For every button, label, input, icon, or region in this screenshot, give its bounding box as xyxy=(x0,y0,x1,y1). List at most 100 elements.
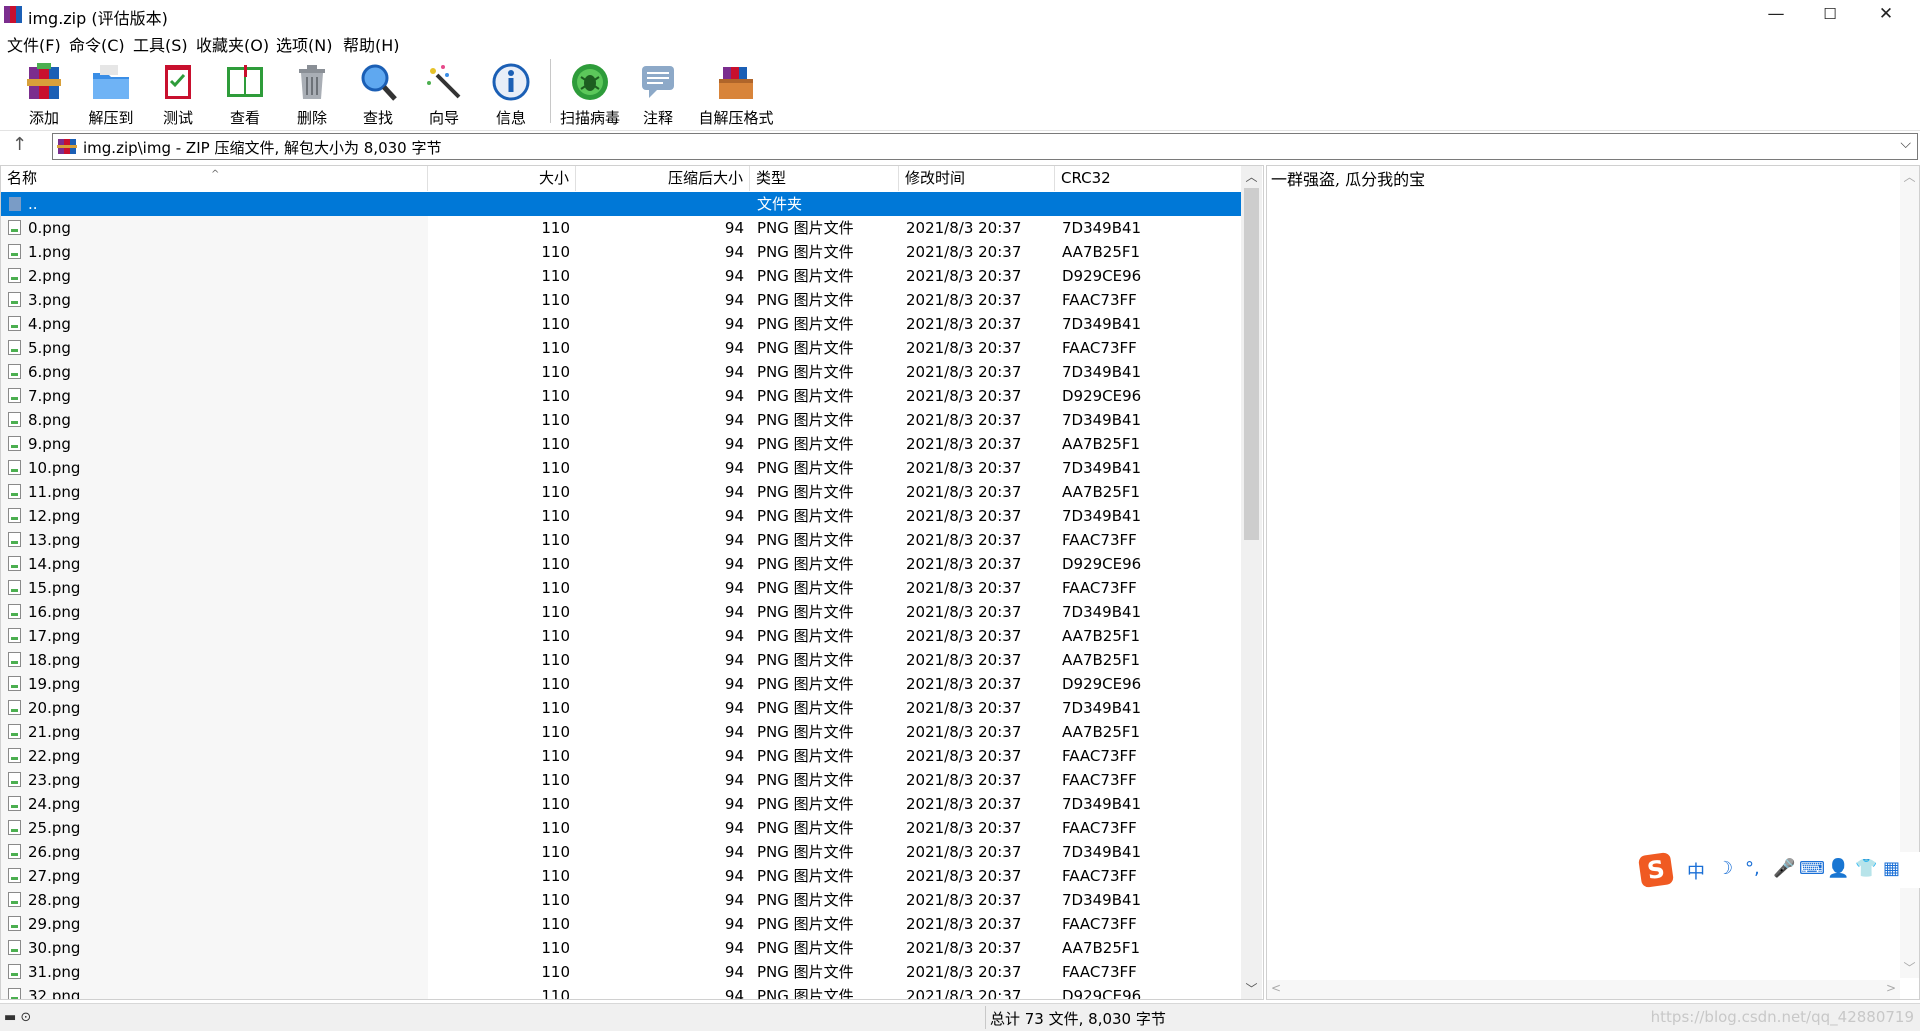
file-row[interactable]: 1.png 110 94 PNG 图片文件 2021/8/3 20:37 AA7B25F1 xyxy=(1,240,1241,264)
extract-to-button[interactable]: 解压到 xyxy=(80,59,142,127)
column-size[interactable]: 大小 xyxy=(428,166,576,191)
file-row[interactable]: 2.png 110 94 PNG 图片文件 2021/8/3 20:37 D929CE96 xyxy=(1,264,1241,288)
user-icon[interactable]: 👤 xyxy=(1827,858,1849,879)
skin-shirt-icon[interactable]: 👕 xyxy=(1855,858,1877,879)
file-row[interactable]: 27.png 110 94 PNG 图片文件 2021/8/3 20:37 FAAC73F… xyxy=(1,864,1241,888)
column-modified[interactable]: 修改时间 xyxy=(899,166,1055,191)
file-size: 110 xyxy=(541,819,570,837)
view-button[interactable]: 查看 xyxy=(214,59,276,127)
file-size: 110 xyxy=(541,771,570,789)
scroll-up-arrow[interactable]: ︿ xyxy=(1241,168,1262,185)
file-row[interactable]: 20.png 110 94 PNG 图片文件 2021/8/3 20:37 7D349B4… xyxy=(1,696,1241,720)
column-name[interactable]: 名称 ^ xyxy=(1,166,428,191)
file-row[interactable]: 5.png 110 94 PNG 图片文件 2021/8/3 20:37 FAAC73FF xyxy=(1,336,1241,360)
file-row[interactable]: 7.png 110 94 PNG 图片文件 2021/8/3 20:37 D929CE96 xyxy=(1,384,1241,408)
minimize-button[interactable]: — xyxy=(1746,0,1806,29)
file-packed-size: 94 xyxy=(724,795,744,813)
ime-chinese-mode[interactable]: 中 xyxy=(1687,858,1705,884)
file-row[interactable]: 18.png 110 94 PNG 图片文件 2021/8/3 20:37 AA7B25F… xyxy=(1,648,1241,672)
file-row[interactable]: 14.png 110 94 PNG 图片文件 2021/8/3 20:37 D929CE9… xyxy=(1,552,1241,576)
file-row[interactable]: 24.png 110 94 PNG 图片文件 2021/8/3 20:37 7D349B4… xyxy=(1,792,1241,816)
ime-toolbar[interactable]: S 中 ☽ °, 🎤 ⌨ 👤 👕 ▦ xyxy=(1637,851,1920,889)
file-row[interactable]: 3.png 110 94 PNG 图片文件 2021/8/3 20:37 FAAC73FF xyxy=(1,288,1241,312)
sfx-button[interactable]: 自解压格式 xyxy=(692,59,780,127)
comment-button[interactable]: 注释 xyxy=(630,59,686,127)
file-row[interactable]: 9.png 110 94 PNG 图片文件 2021/8/3 20:37 AA7B25F1 xyxy=(1,432,1241,456)
file-name: 3.png xyxy=(28,291,71,309)
winrar-app-icon[interactable] xyxy=(4,6,22,23)
column-crc32[interactable]: CRC32 xyxy=(1055,166,1181,191)
file-name: 4.png xyxy=(28,315,71,333)
close-button[interactable]: ✕ xyxy=(1856,0,1916,29)
file-list[interactable]: 名称 ^ 大小 压缩后大小 类型 修改时间 CRC32 .. 文件夹 0.png… xyxy=(0,165,1264,1000)
file-size: 110 xyxy=(541,339,570,357)
file-row[interactable]: 15.png 110 94 PNG 图片文件 2021/8/3 20:37 FAAC73F… xyxy=(1,576,1241,600)
file-row[interactable]: 31.png 110 94 PNG 图片文件 2021/8/3 20:37 FAAC73F… xyxy=(1,960,1241,984)
file-modified: 2021/8/3 20:37 xyxy=(906,771,1022,789)
scrollbar-thumb[interactable] xyxy=(1244,188,1259,540)
file-row[interactable]: 10.png 110 94 PNG 图片文件 2021/8/3 20:37 7D349B4… xyxy=(1,456,1241,480)
column-type[interactable]: 类型 xyxy=(750,166,899,191)
file-crc32: 7D349B41 xyxy=(1062,459,1142,477)
file-row[interactable]: 8.png 110 94 PNG 图片文件 2021/8/3 20:37 7D349B41 xyxy=(1,408,1241,432)
test-button[interactable]: 测试 xyxy=(148,59,208,127)
keyboard-icon[interactable]: ⌨ xyxy=(1799,858,1825,879)
file-crc32: 7D349B41 xyxy=(1062,219,1142,237)
file-name: 10.png xyxy=(28,459,81,477)
comment-horizontal-scrollbar[interactable]: < > xyxy=(1267,980,1900,999)
info-button[interactable]: 信息 xyxy=(480,59,542,127)
file-row[interactable]: 13.png 110 94 PNG 图片文件 2021/8/3 20:37 FAAC73F… xyxy=(1,528,1241,552)
comment-scroll-up-arrow[interactable]: ︿ xyxy=(1900,168,1919,185)
grid-menu-icon[interactable]: ▦ xyxy=(1883,858,1900,879)
file-row[interactable]: 21.png 110 94 PNG 图片文件 2021/8/3 20:37 AA7B25F… xyxy=(1,720,1241,744)
file-size: 110 xyxy=(541,939,570,957)
wizard-button[interactable]: 向导 xyxy=(414,59,474,127)
file-list-scrollbar[interactable]: ︿ ﹀ xyxy=(1241,166,1262,999)
file-row[interactable]: 19.png 110 94 PNG 图片文件 2021/8/3 20:37 D929CE9… xyxy=(1,672,1241,696)
file-row[interactable]: 6.png 110 94 PNG 图片文件 2021/8/3 20:37 7D349B41 xyxy=(1,360,1241,384)
find-button[interactable]: 查找 xyxy=(348,59,408,127)
virus-scan-button[interactable]: 扫描病毒 xyxy=(556,59,624,127)
microphone-icon[interactable]: 🎤 xyxy=(1773,858,1795,879)
file-row[interactable]: 23.png 110 94 PNG 图片文件 2021/8/3 20:37 FAAC73F… xyxy=(1,768,1241,792)
file-crc32: 7D349B41 xyxy=(1062,795,1142,813)
file-row[interactable]: 17.png 110 94 PNG 图片文件 2021/8/3 20:37 AA7B25F… xyxy=(1,624,1241,648)
punctuation-icon[interactable]: °, xyxy=(1745,858,1760,879)
file-row[interactable]: 11.png 110 94 PNG 图片文件 2021/8/3 20:37 AA7B25F… xyxy=(1,480,1241,504)
file-size: 110 xyxy=(541,603,570,621)
add-button[interactable]: 添加 xyxy=(14,59,74,127)
file-row[interactable]: 32.png 110 94 PNG 图片文件 2021/8/3 20:37 D929CE9… xyxy=(1,984,1241,999)
file-row[interactable]: 0.png 110 94 PNG 图片文件 2021/8/3 20:37 7D349B41 xyxy=(1,216,1241,240)
file-row[interactable]: 16.png 110 94 PNG 图片文件 2021/8/3 20:37 7D349B4… xyxy=(1,600,1241,624)
scroll-down-arrow[interactable]: ﹀ xyxy=(1241,980,1262,997)
path-combobox[interactable]: img.zip\img - ZIP 压缩文件, 解包大小为 8,030 字节 ⌵ xyxy=(52,133,1918,160)
file-size: 110 xyxy=(541,459,570,477)
maximize-button[interactable]: ☐ xyxy=(1800,0,1860,29)
file-row[interactable]: 28.png 110 94 PNG 图片文件 2021/8/3 20:37 7D349B4… xyxy=(1,888,1241,912)
comment-scroll-left-arrow[interactable]: < xyxy=(1271,981,1281,995)
file-row[interactable]: 22.png 110 94 PNG 图片文件 2021/8/3 20:37 FAAC73F… xyxy=(1,744,1241,768)
chevron-down-icon[interactable]: ⌵ xyxy=(1900,136,1911,152)
file-row[interactable]: 29.png 110 94 PNG 图片文件 2021/8/3 20:37 FAAC73F… xyxy=(1,912,1241,936)
view-label: 查看 xyxy=(229,109,260,127)
file-name: 6.png xyxy=(28,363,71,381)
sogou-logo-icon[interactable]: S xyxy=(1637,851,1675,889)
comment-scroll-down-arrow[interactable]: ﹀ xyxy=(1900,959,1919,976)
delete-button[interactable]: 删除 xyxy=(282,59,342,127)
file-row[interactable]: 30.png 110 94 PNG 图片文件 2021/8/3 20:37 AA7B25F… xyxy=(1,936,1241,960)
file-row[interactable]: 12.png 110 94 PNG 图片文件 2021/8/3 20:37 7D349B4… xyxy=(1,504,1241,528)
comment-scroll-right-arrow[interactable]: > xyxy=(1886,981,1896,995)
parent-folder-name: .. xyxy=(28,195,38,213)
column-packed-size[interactable]: 压缩后大小 xyxy=(576,166,750,191)
moon-icon[interactable]: ☽ xyxy=(1717,858,1733,879)
file-row[interactable]: 4.png 110 94 PNG 图片文件 2021/8/3 20:37 7D349B41 xyxy=(1,312,1241,336)
png-file-icon xyxy=(8,940,21,955)
drive-status-icons[interactable]: ▬ ⊙ xyxy=(4,1010,31,1025)
file-packed-size: 94 xyxy=(724,915,744,933)
file-type: PNG 图片文件 xyxy=(757,315,854,333)
parent-folder-row[interactable]: .. 文件夹 xyxy=(1,192,1241,216)
up-one-level-button[interactable]: ↑ xyxy=(12,134,27,155)
archive-comment: 一群强盗, 瓜分我的宝 xyxy=(1271,170,1426,189)
file-row[interactable]: 25.png 110 94 PNG 图片文件 2021/8/3 20:37 FAAC73F… xyxy=(1,816,1241,840)
file-row[interactable]: 26.png 110 94 PNG 图片文件 2021/8/3 20:37 7D349B4… xyxy=(1,840,1241,864)
